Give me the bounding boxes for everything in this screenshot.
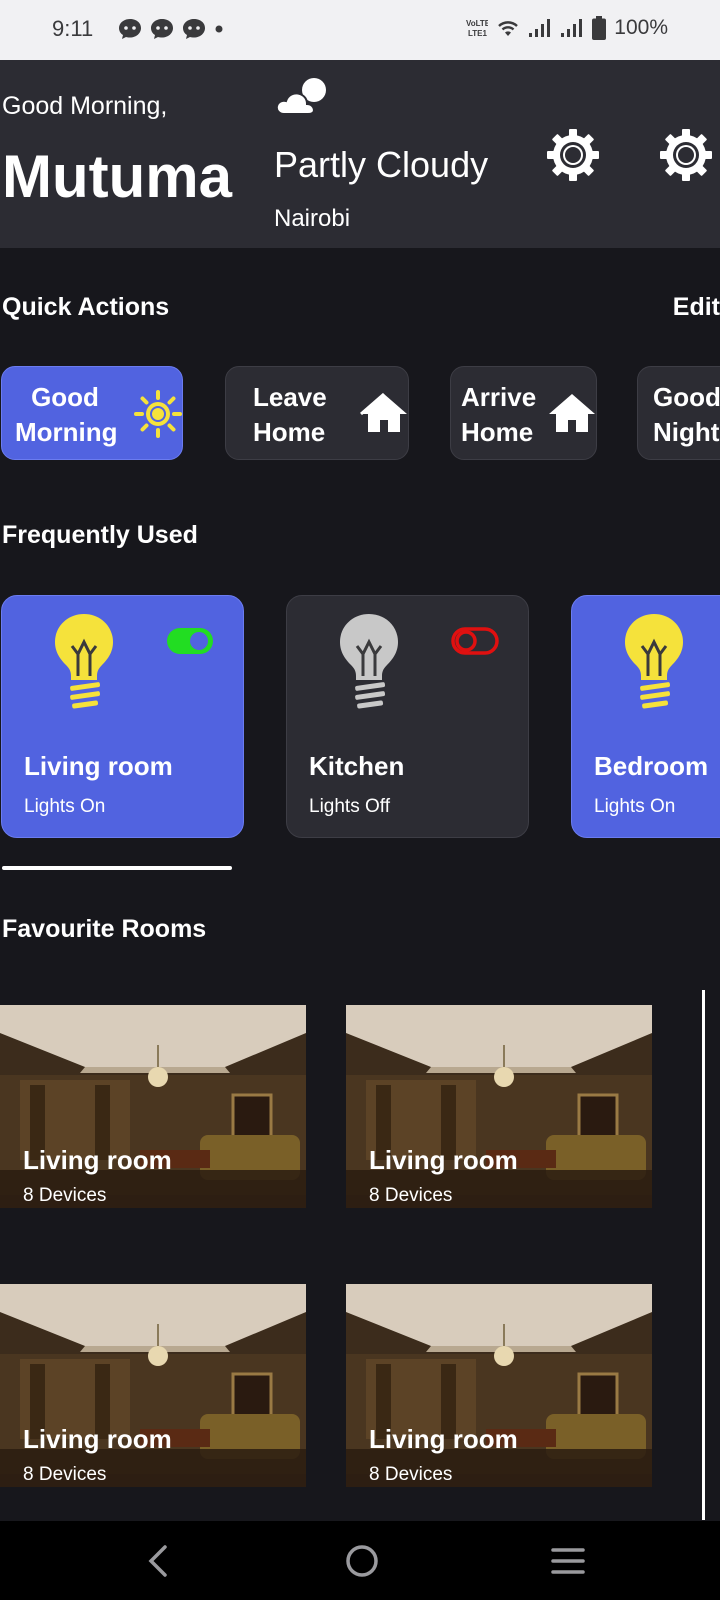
device-room-name: Living room xyxy=(24,751,173,781)
weather-description: Partly Cloudy xyxy=(274,144,489,185)
messenger-icon xyxy=(119,19,141,39)
signal-icon xyxy=(561,19,583,37)
device-status: Lights On xyxy=(594,796,676,817)
svg-text:VoLTE: VoLTE xyxy=(466,19,488,28)
room-device-count: 8 Devices xyxy=(23,1464,107,1485)
greeting: Good Morning, xyxy=(2,92,168,120)
messenger-icon xyxy=(183,19,205,39)
room-card[interactable]: Living room 8 Devices xyxy=(346,1005,652,1208)
dot-icon xyxy=(215,25,223,33)
room-photo xyxy=(0,1005,306,1208)
battery-icon xyxy=(592,16,607,40)
room-card[interactable]: Living room 8 Devices xyxy=(346,1284,652,1487)
status-bar: 9:11 VoLTE LTE1 100% xyxy=(0,0,720,60)
room-device-count: 8 Devices xyxy=(369,1464,453,1485)
room-device-count: 8 Devices xyxy=(23,1185,107,1206)
navigation-bar xyxy=(0,1521,720,1600)
device-card-kitchen[interactable]: Kitchen Lights Off xyxy=(286,595,529,838)
room-card[interactable]: Living room 8 Devices xyxy=(0,1005,306,1208)
frequently-used-title: Frequently Used xyxy=(2,521,198,549)
status-time: 9:11 xyxy=(52,16,94,41)
room-name: Living room xyxy=(369,1145,518,1175)
home-icon xyxy=(549,394,595,432)
home-icon xyxy=(360,392,407,432)
room-photo xyxy=(346,1284,652,1487)
quick-actions-title: Quick Actions xyxy=(2,293,170,321)
weather-city: Nairobi xyxy=(274,205,351,232)
svg-text:LTE1: LTE1 xyxy=(468,29,488,38)
device-card-living-room[interactable]: Living room Lights On xyxy=(1,595,244,838)
quick-action-label: Good Night xyxy=(653,382,720,447)
lightbulb-icon xyxy=(55,614,113,709)
device-status: Lights On xyxy=(24,796,106,817)
gear-icon[interactable] xyxy=(546,128,600,182)
user-name: Mutuma xyxy=(2,143,232,210)
back-icon[interactable] xyxy=(139,1539,179,1583)
quick-action-leave-home[interactable]: Leave Home xyxy=(225,366,409,460)
app-screen: 9:11 VoLTE LTE1 100% Good Morning, Mutuma… xyxy=(0,0,720,1600)
favourite-rooms-title: Favourite Rooms xyxy=(2,915,207,943)
room-name: Living room xyxy=(23,1145,172,1175)
partly-cloudy-icon xyxy=(276,78,326,115)
wifi-icon xyxy=(498,21,519,36)
battery-percent: 100% xyxy=(614,16,668,39)
room-device-count: 8 Devices xyxy=(369,1185,453,1206)
device-room-name: Kitchen xyxy=(309,751,405,781)
toggle-switch[interactable] xyxy=(166,626,214,656)
header: Good Morning, Mutuma Partly Cloudy Nairo… xyxy=(0,60,720,248)
lightbulb-icon xyxy=(625,614,683,709)
sun-icon xyxy=(134,390,182,438)
horizontal-scroll-indicator xyxy=(2,866,232,870)
messenger-icon xyxy=(151,19,173,39)
quick-action-label: Arrive Home xyxy=(461,382,537,447)
vertical-scrollbar[interactable] xyxy=(702,990,705,1520)
volte-icon: VoLTELTE1 xyxy=(466,19,488,38)
room-name: Living room xyxy=(369,1424,518,1454)
notification-icons xyxy=(118,18,224,40)
device-room-name: Bedroom xyxy=(594,751,709,781)
room-name: Living room xyxy=(23,1424,172,1454)
device-status: Lights Off xyxy=(309,796,390,817)
device-card-bedroom[interactable]: Bedroom Lights On xyxy=(571,595,720,838)
edit-button[interactable]: Edit xyxy=(673,293,720,322)
quick-action-good-morning[interactable]: Good Morning xyxy=(1,366,183,460)
quick-action-arrive-home[interactable]: Arrive Home xyxy=(450,366,597,460)
room-photo xyxy=(0,1284,306,1487)
recents-icon[interactable] xyxy=(548,1539,588,1583)
toggle-switch[interactable] xyxy=(451,626,499,656)
room-card[interactable]: Living room 8 Devices xyxy=(0,1284,306,1487)
room-photo xyxy=(346,1005,652,1208)
home-circle-icon[interactable] xyxy=(340,1539,384,1583)
gear-icon[interactable] xyxy=(659,128,713,182)
lightbulb-icon xyxy=(340,614,398,709)
signal-icon xyxy=(529,19,551,37)
quick-action-good-night[interactable]: Good Night xyxy=(637,366,720,460)
quick-action-label: Good Morning xyxy=(15,382,118,447)
system-icons: VoLTE LTE1 100% xyxy=(466,16,668,40)
quick-action-label: Leave Home xyxy=(253,382,327,447)
